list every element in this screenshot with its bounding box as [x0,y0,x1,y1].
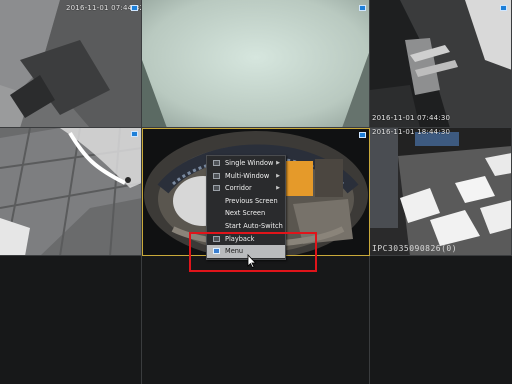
camera-feed-1 [0,0,141,127]
camera-feed-6 [370,128,511,255]
menu-item-previous-screen[interactable]: Previous Screen [207,195,285,208]
window-icon [213,160,220,166]
camera-cell-8[interactable] [142,256,370,384]
menu-item-label: Corridor [225,184,252,193]
camera-status-icon [131,131,138,137]
menu-item-label: Start Auto-Switch [225,221,283,230]
camera-cell-3[interactable]: 2016-11-01 07:44:30 [370,0,512,128]
menu-item-corridor[interactable]: Corridor ▶ [207,182,285,195]
menu-item-label: Next Screen [225,209,266,218]
submenu-arrow-icon: ▶ [276,172,280,179]
camera-feed-4 [0,128,141,255]
camera-timestamp-6: 2016-11-01 18:44:30 [372,128,451,136]
camera-feed-2 [142,0,369,127]
menu-item-label: Single Window [225,159,274,167]
camera-feed-3 [370,0,511,127]
mouse-cursor-icon [247,254,257,268]
camera-cell-9[interactable] [370,256,512,384]
camera-osd-name: IPC3035090826(0) [372,244,458,253]
camera-status-icon [500,5,507,11]
camera-timestamp-3: 2016-11-01 07:44:30 [372,114,451,122]
camera-cell-7[interactable] [0,256,142,384]
menu-item-start-auto-switch[interactable]: Start Auto-Switch [207,220,285,233]
camera-cell-6[interactable]: 2016-11-01 18:44:30 IPC3035090826(0) [370,128,512,256]
menu-item-label: Previous Screen [225,196,278,205]
corridor-icon [213,185,220,192]
camera-status-icon [359,132,366,138]
camera-status-icon [359,5,366,11]
camera-cell-2[interactable] [142,0,370,128]
grid-icon [213,172,220,179]
camera-cell-4[interactable] [0,128,142,256]
submenu-arrow-icon: ▶ [276,160,280,166]
menu-item-single-window[interactable]: Single Window ▶ [207,157,285,170]
camera-cell-1[interactable]: 2016-11-01 07:44:32 AM [0,0,142,128]
menu-item-next-screen[interactable]: Next Screen [207,207,285,220]
menu-item-multi-window[interactable]: Multi-Window ▶ [207,170,285,183]
camera-status-icon [131,5,138,11]
submenu-arrow-icon: ▶ [276,185,280,192]
menu-item-label: Multi-Window [225,171,270,180]
